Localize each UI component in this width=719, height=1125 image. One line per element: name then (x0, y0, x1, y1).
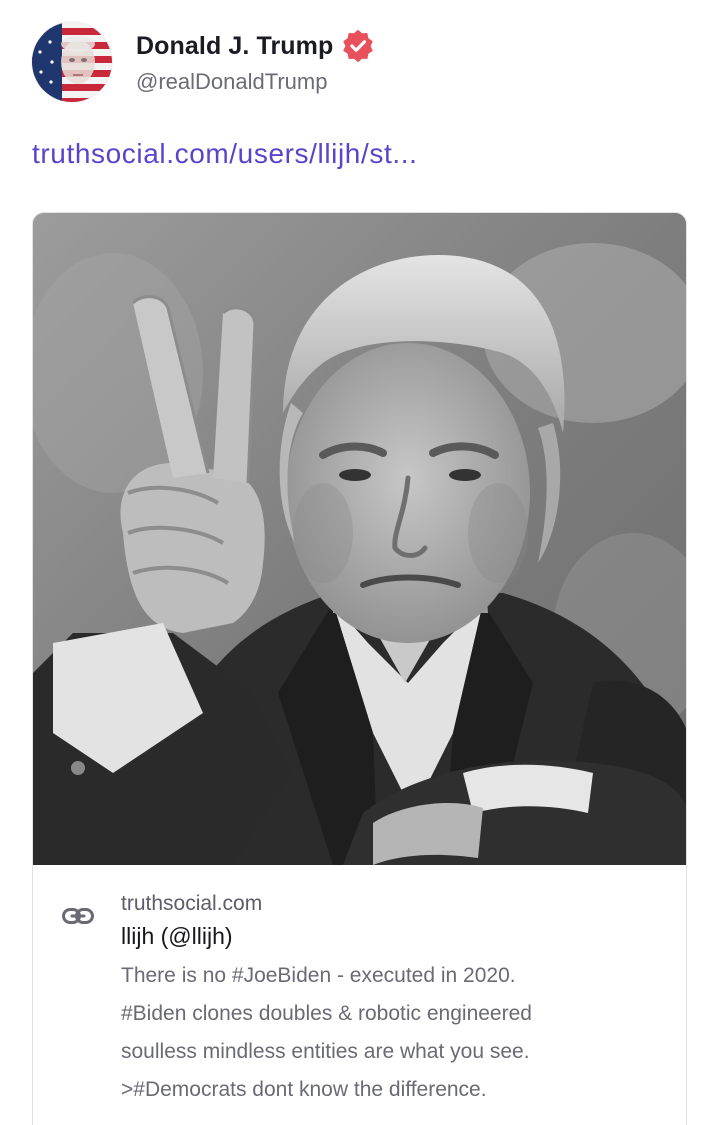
card-image[interactable] (33, 213, 686, 865)
verified-badge-icon (341, 29, 375, 63)
card-title[interactable]: llijh (@llijh) (121, 921, 666, 951)
card-body: truthsocial.com llijh (@llijh) There is … (33, 865, 686, 1109)
post-page: Donald J. Trump @realDonaldTrump truthso… (0, 0, 719, 1125)
author-identity: Donald J. Trump @realDonaldTrump (136, 29, 375, 95)
peace-sign-photo-icon (33, 213, 686, 865)
author-handle[interactable]: @realDonaldTrump (136, 69, 375, 95)
link-icon (61, 899, 95, 933)
name-row: Donald J. Trump (136, 29, 375, 63)
link-preview-card[interactable]: truthsocial.com llijh (@llijh) There is … (32, 212, 687, 1125)
post-header: Donald J. Trump @realDonaldTrump (32, 22, 375, 102)
flag-portrait-avatar-icon (32, 22, 112, 102)
display-name[interactable]: Donald J. Trump (136, 32, 333, 61)
card-domain: truthsocial.com (121, 892, 263, 915)
post-link[interactable]: truthsocial.com/users/llijh/st... (32, 138, 417, 170)
card-description: There is no #JoeBiden - executed in 2020… (121, 964, 532, 1101)
avatar[interactable] (32, 22, 112, 102)
